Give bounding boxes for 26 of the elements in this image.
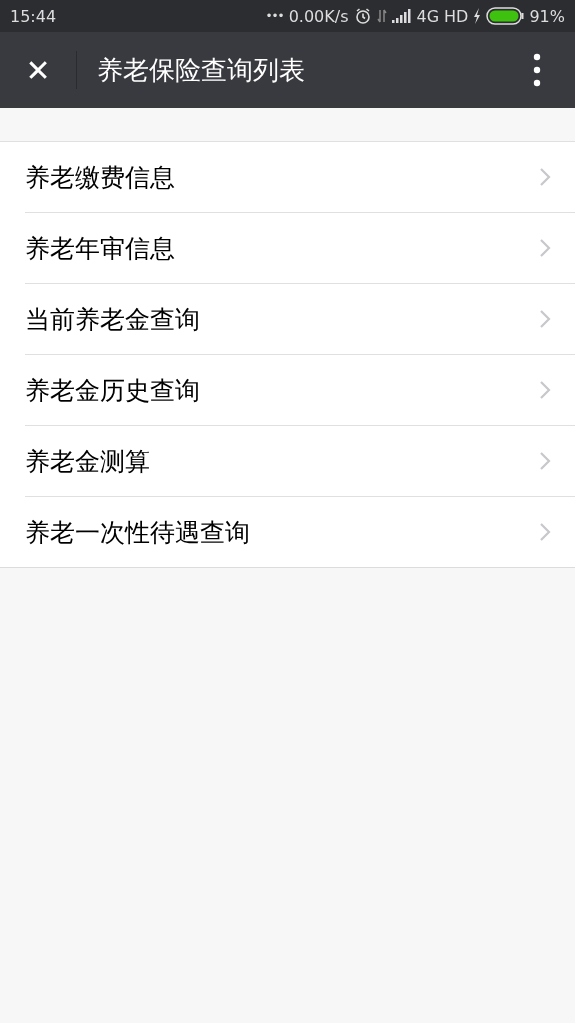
list-item[interactable]: 养老一次性待遇查询: [25, 496, 575, 567]
signal-icon: [391, 9, 412, 23]
chevron-right-icon: [539, 380, 551, 400]
chevron-right-icon: [539, 167, 551, 187]
hd-indicator: HD: [444, 6, 469, 26]
list-item[interactable]: 养老金测算: [25, 425, 575, 496]
network-type: 4G: [416, 6, 440, 26]
close-button[interactable]: ✕: [0, 32, 76, 108]
more-menu-icon[interactable]: [533, 53, 541, 87]
list-item[interactable]: 养老金历史查询: [25, 354, 575, 425]
battery-icon: [486, 7, 525, 25]
list-item[interactable]: 当前养老金查询: [25, 283, 575, 354]
charging-icon: [473, 8, 482, 24]
list-item[interactable]: 养老年审信息: [25, 212, 575, 283]
network-speed: 0.00K/s: [288, 6, 349, 26]
chevron-right-icon: [539, 522, 551, 542]
list-item[interactable]: 养老缴费信息: [0, 142, 575, 212]
chevron-right-icon: [539, 451, 551, 471]
data-arrows-icon: [376, 8, 387, 24]
status-time: 15:44: [10, 6, 57, 26]
more-indicator: •••: [265, 9, 284, 23]
chevron-right-icon: [539, 238, 551, 258]
alarm-icon: [353, 7, 372, 25]
page-title: 养老保险查询列表: [97, 53, 306, 87]
battery-percent: 91%: [529, 6, 565, 26]
chevron-right-icon: [539, 309, 551, 329]
